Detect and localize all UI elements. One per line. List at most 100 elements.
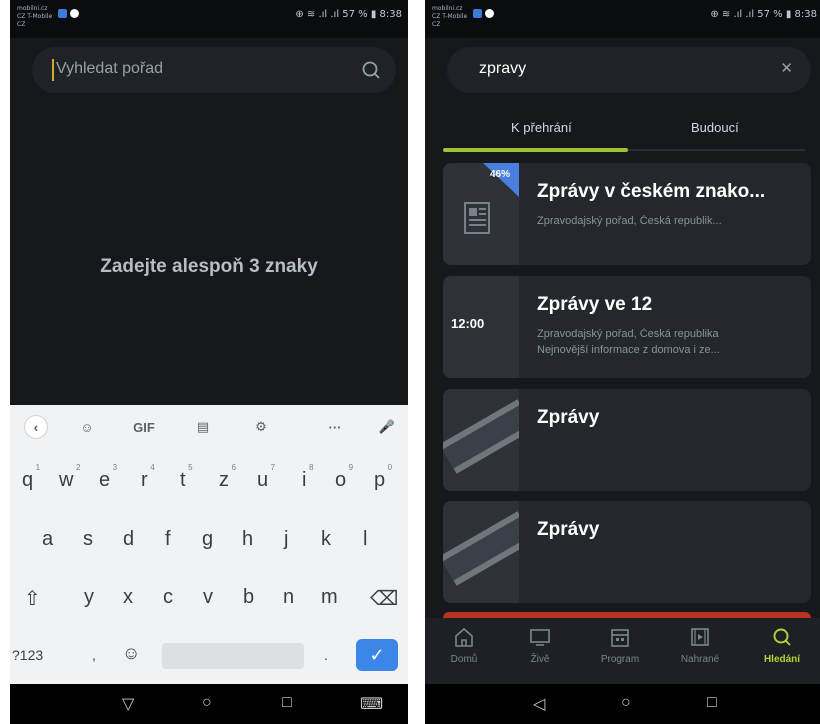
text-caret: [52, 59, 54, 81]
key-v[interactable]: v: [203, 586, 213, 609]
nav-domu[interactable]: Domů: [429, 626, 499, 665]
space-key[interactable]: [162, 643, 304, 669]
key-o[interactable]: o9: [335, 463, 353, 492]
search-icon[interactable]: [360, 59, 382, 81]
clipboard-icon[interactable]: ▤: [192, 415, 214, 439]
key-b[interactable]: b: [243, 586, 254, 609]
status-bar: mobilni.cz CZ T-Mobile CZ ⊕ ≋ .ıl .ıl 57…: [10, 0, 408, 38]
search-screen-results: mobilni.cz CZ T-Mobile CZ ⊕ ≋ .ıl .ıl 57…: [425, 0, 820, 724]
gif-button[interactable]: GIF: [128, 415, 160, 439]
sticker-icon[interactable]: ☺: [76, 415, 98, 439]
key-n[interactable]: n: [283, 586, 294, 609]
key-i[interactable]: i8: [302, 463, 313, 492]
recording-icon: [691, 628, 709, 646]
key-d[interactable]: d: [123, 528, 134, 551]
key-s[interactable]: s: [83, 528, 93, 551]
key-h[interactable]: h: [242, 528, 253, 551]
system-nav-bar: ◁ ○ □: [425, 684, 820, 724]
search-field[interactable]: zpravy ✕: [447, 47, 811, 93]
recents-nav-icon[interactable]: □: [282, 694, 292, 712]
nav-program[interactable]: Program: [585, 626, 655, 665]
result-title: Zprávy v českém znako...: [537, 181, 766, 202]
film-reel-thumbnail: [443, 389, 535, 491]
key-p[interactable]: p0: [374, 463, 392, 492]
nav-hledani[interactable]: Hledání: [747, 626, 817, 665]
result-title: Zprávy: [537, 519, 600, 540]
search-query: zpravy: [479, 60, 527, 77]
back-nav-icon[interactable]: ◁: [533, 694, 545, 714]
nav-nahrane[interactable]: Nahrané: [665, 626, 735, 665]
home-nav-icon[interactable]: ○: [621, 694, 631, 712]
tab-budouci[interactable]: Budoucí: [691, 120, 739, 135]
key-u[interactable]: u7: [257, 463, 275, 492]
backspace-key[interactable]: ⌫: [370, 586, 398, 611]
system-nav-bar: ▽ ○ □ ⌨: [10, 684, 408, 724]
result-title: Zprávy ve 12: [537, 294, 653, 315]
keyboard-collapse-button[interactable]: ‹: [24, 415, 48, 439]
result-card[interactable]: Zprávy: [443, 389, 811, 491]
nav-label: Nahrané: [680, 654, 720, 665]
key-y[interactable]: y: [84, 586, 94, 609]
key-q[interactable]: q1: [22, 463, 40, 492]
calendar-icon: [611, 629, 629, 647]
empty-state-message: Zadejte alespoň 3 znaky: [100, 256, 318, 277]
status-indicators: ⊕ ≋ .ıl .ıl 57 % ▮ 8:38: [710, 9, 817, 20]
key-x[interactable]: x: [123, 586, 133, 609]
active-tab-indicator: [443, 148, 628, 152]
home-nav-icon[interactable]: ○: [202, 694, 212, 712]
key-f[interactable]: f: [165, 528, 171, 551]
result-description-2: Nejnovější informace z domova i ze...: [537, 344, 720, 356]
key-w[interactable]: w2: [59, 463, 80, 492]
film-reel-thumbnail: [443, 501, 535, 603]
recents-nav-icon[interactable]: □: [707, 694, 717, 712]
key-j[interactable]: j: [284, 528, 288, 551]
nav-zive[interactable]: Živě: [505, 626, 575, 665]
shift-key[interactable]: ⇧: [24, 586, 41, 611]
tv-icon: [530, 629, 550, 646]
key-a[interactable]: a: [42, 528, 53, 551]
key-z[interactable]: z6: [219, 463, 236, 492]
keyboard-toolbar: ‹ ☺ GIF ▤ ⚙ ··· 🎤: [10, 405, 408, 449]
key-e[interactable]: e3: [99, 463, 117, 492]
search-screen-empty: mobilni.cz CZ T-Mobile CZ ⊕ ≋ .ıl .ıl 57…: [10, 0, 408, 724]
more-icon[interactable]: ···: [322, 415, 348, 439]
thumbnail-time-text: 12:00: [451, 316, 485, 331]
result-card[interactable]: 12:00 Zprávy ve 12 Zpravodajský pořad, Č…: [443, 276, 811, 378]
emoji-key[interactable]: ☺: [122, 643, 140, 664]
result-tabs: K přehrání Budoucí: [425, 108, 820, 154]
clear-search-icon[interactable]: ✕: [780, 59, 793, 77]
home-icon: [455, 627, 473, 647]
result-thumbnail: 12:00: [443, 276, 519, 378]
key-r[interactable]: r4: [141, 463, 155, 492]
tab-k-prehrani[interactable]: K přehrání: [511, 120, 572, 135]
result-card[interactable]: Zprávy: [443, 501, 811, 603]
settings-icon[interactable]: ⚙: [250, 415, 272, 439]
keyboard-switch-icon[interactable]: ⌨: [360, 694, 383, 714]
back-nav-icon[interactable]: ▽: [122, 694, 134, 714]
nav-label: Domů: [450, 654, 478, 665]
progress-badge-text: 46%: [490, 169, 511, 180]
result-description: Zpravodajský pořad, Česká republika: [537, 328, 719, 340]
newspaper-icon: [464, 202, 490, 234]
enter-key[interactable]: ✓: [356, 639, 398, 671]
key-m[interactable]: m: [321, 586, 338, 609]
search-field[interactable]: Vyhledat pořad: [32, 47, 396, 93]
result-title: Zprávy: [537, 407, 600, 428]
status-indicators: ⊕ ≋ .ıl .ıl 57 % ▮ 8:38: [295, 9, 402, 20]
key-t[interactable]: t5: [180, 463, 193, 492]
carrier-label: mobilni.cz CZ T-Mobile CZ: [17, 5, 53, 28]
key-k[interactable]: k: [321, 528, 331, 551]
key-g[interactable]: g: [202, 528, 213, 551]
microphone-icon[interactable]: 🎤: [376, 415, 398, 439]
symbols-key[interactable]: ?123: [12, 647, 43, 663]
search-placeholder: Vyhledat pořad: [56, 60, 164, 77]
search-icon: [773, 628, 791, 646]
result-thumbnail: 46%: [443, 163, 519, 265]
key-l[interactable]: l: [363, 528, 367, 551]
period-key[interactable]: .: [324, 647, 328, 663]
result-description: Zpravodajský pořad, Česká republik...: [537, 215, 722, 227]
key-c[interactable]: c: [163, 586, 173, 609]
bottom-navigation: Domů Živě Program Nahrané Hledání: [425, 618, 820, 684]
result-card[interactable]: 46% Zprávy v českém znako... Zpravodajsk…: [443, 163, 811, 265]
comma-key[interactable]: ,: [92, 647, 96, 663]
